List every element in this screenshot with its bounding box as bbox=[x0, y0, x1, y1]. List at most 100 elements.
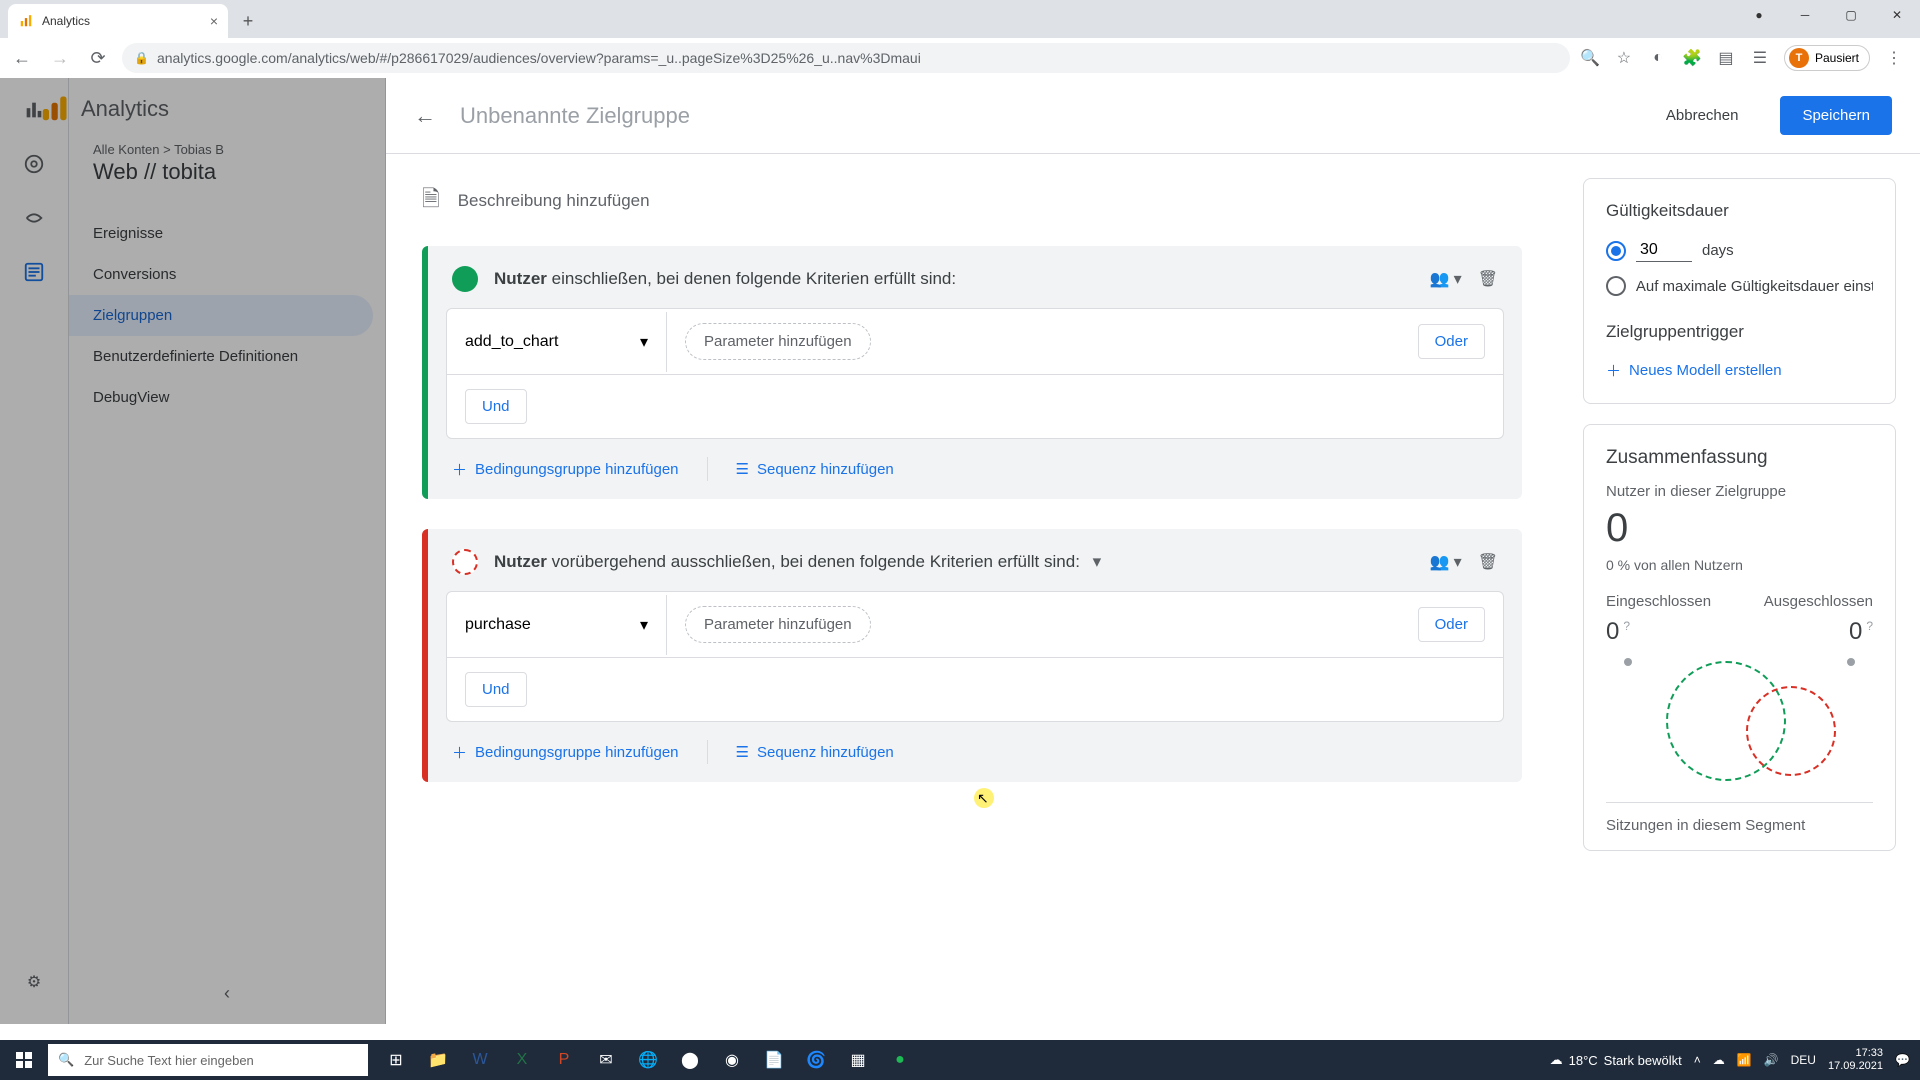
venn-exclude-circle-icon bbox=[1746, 686, 1836, 776]
mail-icon[interactable]: ✉ bbox=[586, 1040, 626, 1080]
zoom-icon[interactable]: 🔍 bbox=[1580, 48, 1600, 68]
scope-dropdown[interactable]: 👥 ▾ bbox=[1430, 269, 1462, 289]
bookmark-star-icon[interactable]: ☆ bbox=[1614, 48, 1634, 68]
description-row[interactable]: 🗎 Beschreibung hinzufügen bbox=[422, 182, 1522, 220]
summary-title: Zusammenfassung bbox=[1606, 447, 1873, 469]
taskbar-search[interactable]: 🔍 Zur Suche Text hier eingeben bbox=[48, 1044, 368, 1076]
users-label: Nutzer in dieser Zielgruppe bbox=[1606, 483, 1873, 500]
minimize-button[interactable]: ─ bbox=[1782, 0, 1828, 30]
powerpoint-icon[interactable]: P bbox=[544, 1040, 584, 1080]
clock[interactable]: 17:33 17.09.2021 bbox=[1828, 1047, 1883, 1073]
scope-dropdown-exclude[interactable]: 👥 ▾ bbox=[1430, 552, 1462, 572]
event-dropdown-include[interactable]: add_to_chart ▾ bbox=[447, 312, 667, 372]
include-group: Nutzer einschließen, bei denen folgende … bbox=[422, 246, 1522, 499]
analytics-app: ⚙ Analytics Alle Konten > Tobias B Web /… bbox=[0, 78, 1920, 1024]
menu-dots-icon[interactable]: ⋮ bbox=[1884, 48, 1904, 68]
new-tab-button[interactable]: + bbox=[234, 7, 262, 35]
add-condition-group-exclude[interactable]: ＋ Bedingungsgruppe hinzufügen bbox=[452, 742, 679, 763]
app-icon-2[interactable]: ▦ bbox=[838, 1040, 878, 1080]
add-parameter-chip-exclude[interactable]: Parameter hinzufügen bbox=[685, 606, 871, 643]
account-dot-icon[interactable]: ● bbox=[1736, 0, 1782, 30]
summary-card: Zusammenfassung Nutzer in dieser Zielgru… bbox=[1583, 424, 1896, 851]
new-trigger-link[interactable]: ＋ Neues Modell erstellen bbox=[1606, 360, 1873, 381]
profile-button[interactable]: T Pausiert bbox=[1784, 45, 1870, 71]
url-input[interactable]: 🔒 analytics.google.com/analytics/web/#/p… bbox=[122, 43, 1570, 73]
and-button-include[interactable]: Und bbox=[465, 389, 527, 424]
add-condition-group-include[interactable]: ＋ Bedingungsgruppe hinzufügen bbox=[452, 459, 679, 480]
trash-icon: 🗑 bbox=[1478, 552, 1498, 572]
tray-chevron-icon[interactable]: ˄ bbox=[1694, 1053, 1701, 1067]
obs-icon[interactable]: ⬤ bbox=[670, 1040, 710, 1080]
save-button[interactable]: Speichern bbox=[1780, 96, 1892, 135]
profile-avatar: T bbox=[1789, 48, 1809, 68]
extension-icon-2[interactable]: ▤ bbox=[1716, 48, 1736, 68]
excel-icon[interactable]: X bbox=[502, 1040, 542, 1080]
maximize-button[interactable]: ▢ bbox=[1828, 0, 1874, 30]
chrome-icon[interactable]: 🌐 bbox=[628, 1040, 668, 1080]
edge-icon[interactable]: 🌀 bbox=[796, 1040, 836, 1080]
start-button[interactable] bbox=[0, 1040, 48, 1080]
radio-days[interactable] bbox=[1606, 241, 1626, 261]
task-view-icon[interactable]: ⊞ bbox=[376, 1040, 416, 1080]
close-window-button[interactable]: ✕ bbox=[1874, 0, 1920, 30]
radio-max[interactable] bbox=[1606, 276, 1626, 296]
days-label: days bbox=[1702, 242, 1734, 259]
help-icon[interactable]: ? bbox=[1866, 619, 1873, 633]
builder-main: 🗎 Beschreibung hinzufügen Nutzer einschl… bbox=[386, 154, 1558, 1024]
chevron-down-icon: ▾ bbox=[640, 615, 648, 635]
add-sequence-exclude[interactable]: ☰ Sequenz hinzufügen bbox=[736, 743, 894, 761]
app-icon[interactable]: ◉ bbox=[712, 1040, 752, 1080]
weather-widget[interactable]: ☁ 18°C Stark bewölkt bbox=[1550, 1052, 1682, 1068]
reload-button[interactable]: ⟳ bbox=[84, 44, 112, 72]
extension-icon[interactable]: ◐ bbox=[1648, 48, 1668, 68]
include-header: Nutzer einschließen, bei denen folgende … bbox=[428, 246, 1522, 308]
days-radio-row[interactable]: days bbox=[1606, 239, 1873, 262]
overlay-header: ← Unbenannte Zielgruppe Abbrechen Speich… bbox=[386, 78, 1920, 154]
url-text: analytics.google.com/analytics/web/#/p28… bbox=[157, 50, 921, 66]
notepad-icon[interactable]: 📄 bbox=[754, 1040, 794, 1080]
or-button-include[interactable]: Oder bbox=[1418, 324, 1485, 359]
word-icon[interactable]: W bbox=[460, 1040, 500, 1080]
help-icon[interactable]: ? bbox=[1623, 619, 1630, 633]
include-scope-chip-icon bbox=[452, 266, 478, 292]
add-parameter-chip-include[interactable]: Parameter hinzufügen bbox=[685, 323, 871, 360]
back-arrow-icon[interactable]: ← bbox=[414, 103, 436, 129]
onedrive-icon[interactable]: ☁ bbox=[1713, 1053, 1725, 1067]
window-controls: ● ─ ▢ ✕ bbox=[1736, 0, 1920, 30]
delete-group-button[interactable]: 🗑 bbox=[1478, 269, 1498, 289]
max-radio-row[interactable]: Auf maximale Gültigkeitsdauer einst bbox=[1606, 276, 1873, 296]
exclude-condition-card: purchase ▾ Parameter hinzufügen Oder Und bbox=[446, 591, 1504, 722]
tab-title: Analytics bbox=[42, 14, 90, 28]
wifi-icon[interactable]: 📶 bbox=[1737, 1053, 1752, 1067]
chevron-down-icon[interactable]: ▾ bbox=[1093, 552, 1102, 571]
notifications-icon[interactable]: 💬 bbox=[1895, 1053, 1910, 1067]
back-button[interactable]: ← bbox=[8, 44, 36, 72]
volume-icon[interactable]: 🔊 bbox=[1764, 1053, 1779, 1067]
explorer-icon[interactable]: 📁 bbox=[418, 1040, 458, 1080]
audience-title-input[interactable]: Unbenannte Zielgruppe bbox=[460, 103, 1624, 129]
backdrop[interactable] bbox=[0, 78, 386, 1024]
delete-group-button-exclude[interactable]: 🗑 bbox=[1478, 552, 1498, 572]
analytics-favicon-icon bbox=[18, 13, 34, 29]
extensions-puzzle-icon[interactable]: 🧩 bbox=[1682, 48, 1702, 68]
cancel-button[interactable]: Abbrechen bbox=[1648, 97, 1757, 134]
windows-taskbar: 🔍 Zur Suche Text hier eingeben ⊞ 📁 W X P… bbox=[0, 1040, 1920, 1080]
people-icon: 👥 bbox=[1430, 269, 1450, 289]
audience-builder-panel: ← Unbenannte Zielgruppe Abbrechen Speich… bbox=[386, 78, 1920, 1024]
search-icon: 🔍 bbox=[58, 1052, 74, 1068]
event-dropdown-exclude[interactable]: purchase ▾ bbox=[447, 595, 667, 655]
plus-icon: ＋ bbox=[452, 742, 467, 763]
include-footer: ＋ Bedingungsgruppe hinzufügen ☰ Sequenz … bbox=[428, 439, 1522, 499]
browser-tab[interactable]: Analytics × bbox=[8, 4, 228, 38]
included-label: Eingeschlossen bbox=[1606, 593, 1711, 610]
forward-button[interactable]: → bbox=[46, 44, 74, 72]
close-tab-icon[interactable]: × bbox=[210, 13, 218, 29]
language-indicator[interactable]: DEU bbox=[1791, 1053, 1816, 1067]
and-button-exclude[interactable]: Und bbox=[465, 672, 527, 707]
spotify-icon[interactable]: ● bbox=[880, 1040, 920, 1080]
or-button-exclude[interactable]: Oder bbox=[1418, 607, 1485, 642]
reading-list-icon[interactable]: ☰ bbox=[1750, 48, 1770, 68]
plus-icon: ＋ bbox=[452, 459, 467, 480]
add-sequence-include[interactable]: ☰ Sequenz hinzufügen bbox=[736, 460, 894, 478]
days-input[interactable] bbox=[1636, 239, 1692, 262]
